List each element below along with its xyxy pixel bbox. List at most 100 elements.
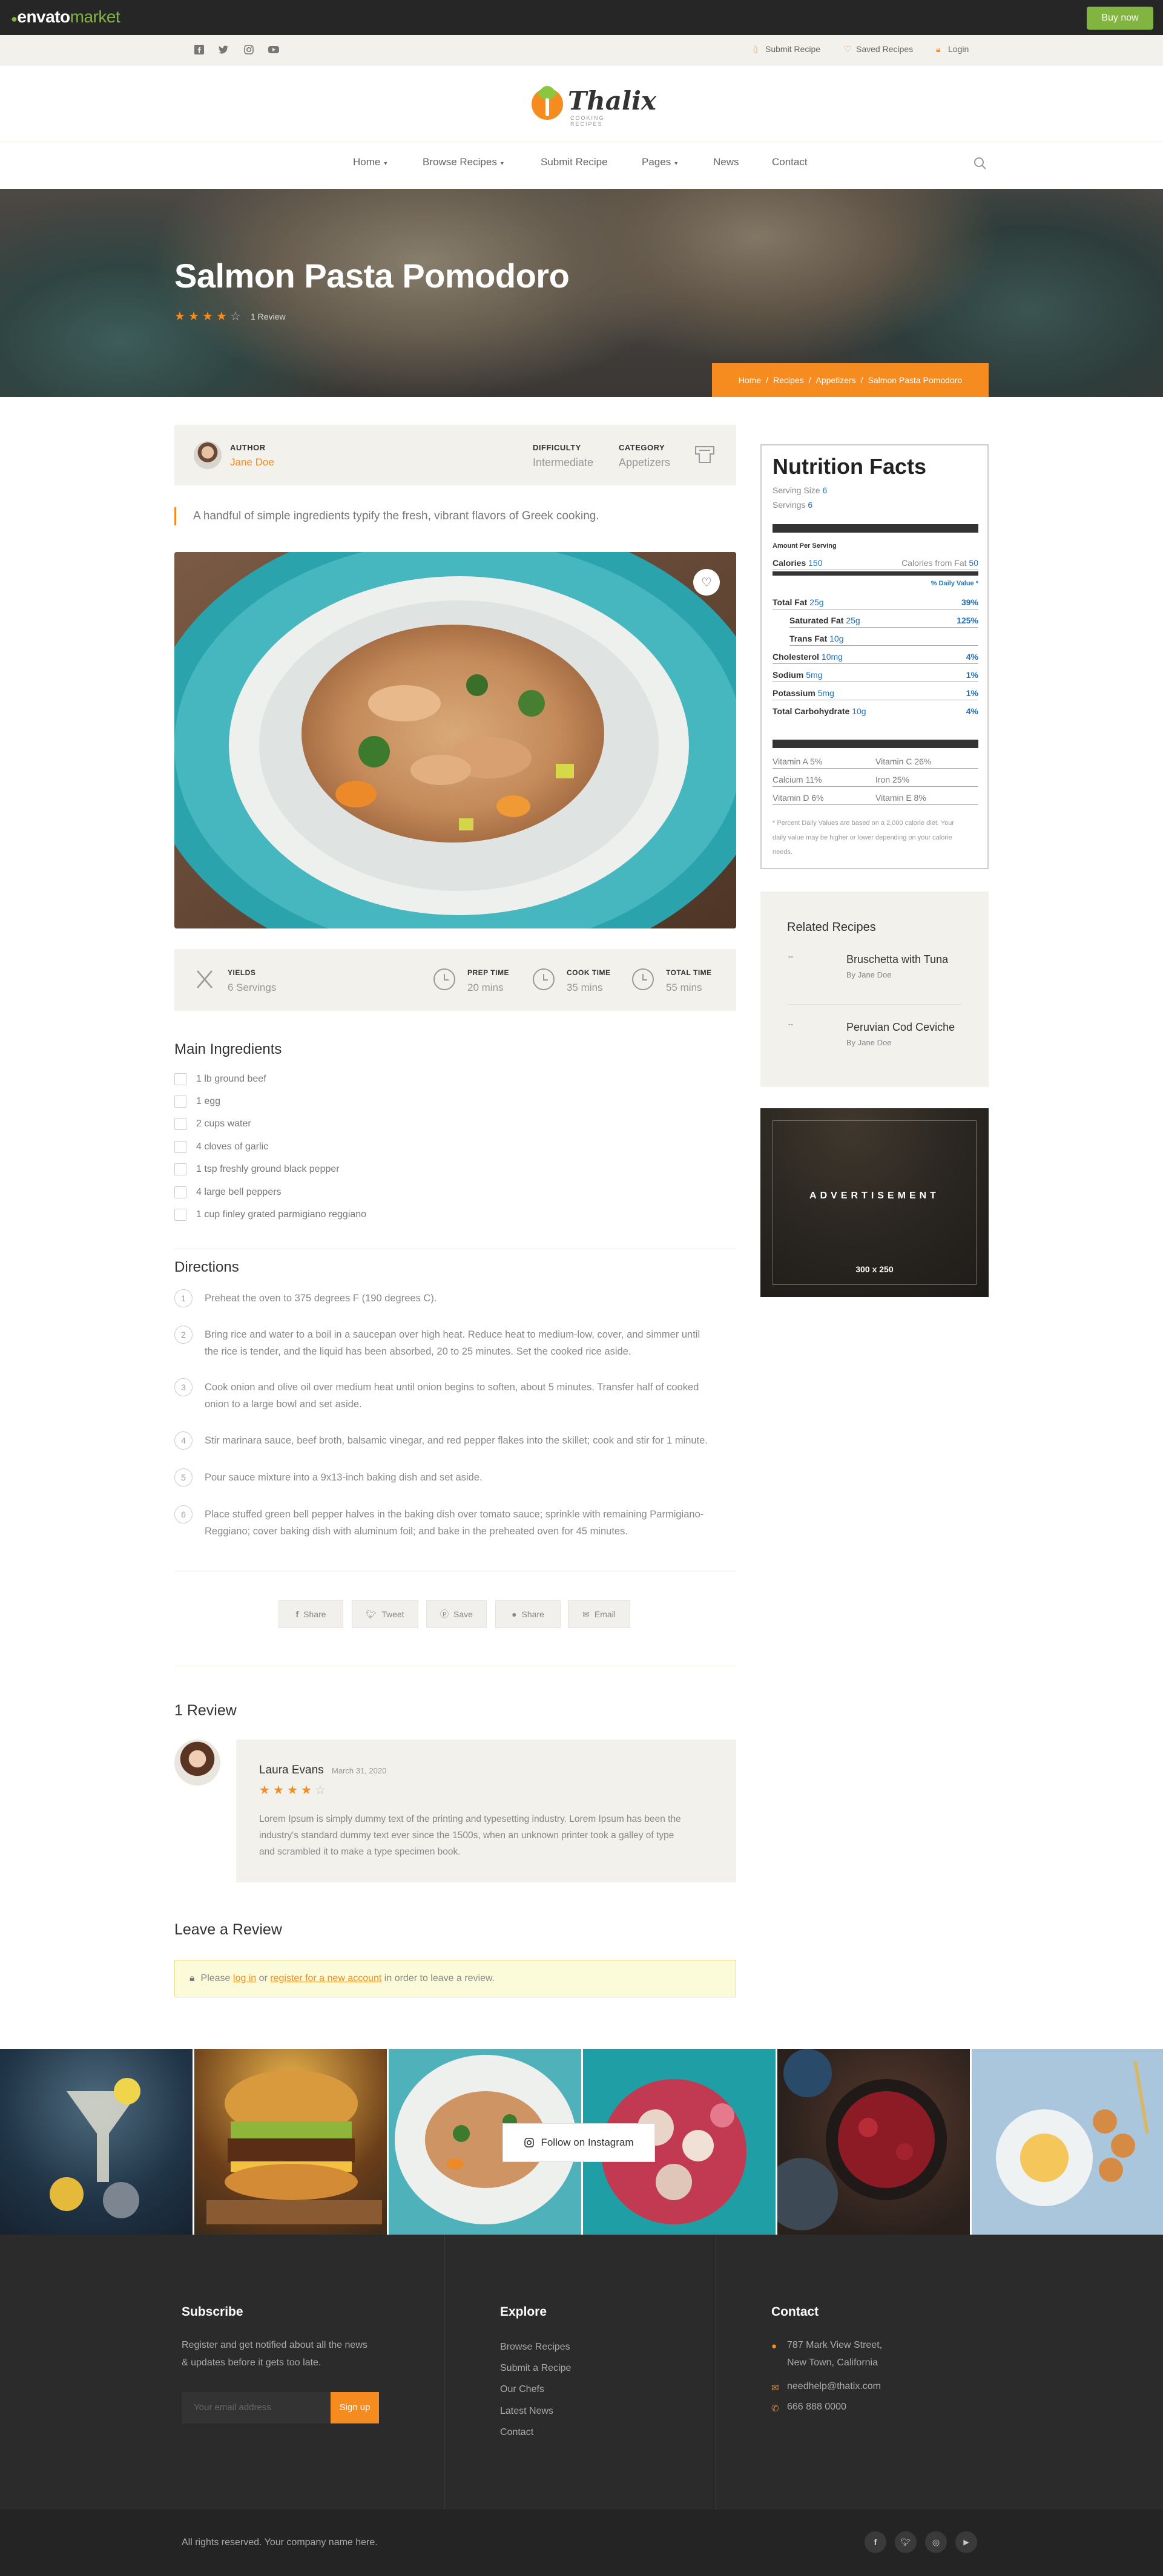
divider [787,1004,963,1005]
subscribe-title: Subscribe [182,2305,243,2319]
related-recipe-link[interactable]: Peruvian Cod Ceviche [846,1021,955,1034]
ingredient-checkbox[interactable] [174,1209,186,1221]
nav-home[interactable]: Home ▾ [353,156,387,168]
ingredient-text: 1 tsp freshly ground black pepper [196,1164,340,1174]
nutrition-facts: Nutrition Facts Serving Size 6 Servings … [760,444,989,869]
breadcrumb-home[interactable]: Home [739,375,761,385]
nutrient-row: Sodium 5mg 1% [773,670,978,682]
review-card: Laura Evans March 31, 2020 ★ ★ ★ ★ ☆ Lorem I… [236,1740,736,1882]
ingredient-checkbox[interactable] [174,1073,186,1085]
vitamin-row: Vitamin D 6% Vitamin E 8% [773,793,978,805]
twitter-icon[interactable] [218,44,230,56]
ingredient-item[interactable]: 1 lb ground beef [174,1073,266,1085]
share-twitter-button[interactable]: 🐦︎ Tweet [352,1600,418,1628]
ingredient-checkbox[interactable] [174,1186,186,1198]
direction-step: 6 Place stuffed green bell pepper halves … [174,1505,736,1540]
facebook-icon: f [295,1609,299,1619]
ingredient-checkbox[interactable] [174,1163,186,1175]
footer-link[interactable]: Latest News [500,2402,553,2420]
calories-row: Calories 150 Calories from Fat 50 [773,558,978,570]
share-email-button[interactable]: ✉ Email [568,1600,630,1628]
nav-pages[interactable]: Pages ▾ [642,156,677,168]
recipe-image: ♡ [174,552,736,928]
related-thumb: -- [788,952,793,961]
instagram-image[interactable] [972,2049,1163,2235]
advertisement[interactable]: ADVERTISEMENT 300 x 250 [760,1108,989,1297]
youtube-icon[interactable]: ▶ [955,2531,977,2553]
saved-recipes-link[interactable]: ♡ Saved Recipes [844,44,913,54]
instagram-image[interactable] [777,2049,970,2235]
share-facebook-button[interactable]: f Share [278,1600,343,1628]
step-number: 1 [174,1289,193,1307]
ingredient-text: 2 cups water [196,1119,251,1129]
reviewer-avatar [174,1740,220,1786]
twitter-icon[interactable]: 🐦︎ [895,2531,917,2553]
ingredient-checkbox[interactable] [174,1118,186,1130]
facebook-icon[interactable] [194,44,206,56]
breadcrumb-recipes[interactable]: Recipes [773,375,804,385]
contact-email[interactable]: needhelp@thatix.com [787,2377,881,2395]
nav-browse-recipes[interactable]: Browse Recipes ▾ [423,156,504,168]
ingredient-item[interactable]: 4 large bell peppers [174,1186,282,1198]
search-icon[interactable] [974,157,987,170]
breadcrumb-appetizers[interactable]: Appetizers [816,375,856,385]
youtube-icon[interactable] [268,44,280,56]
ingredient-checkbox[interactable] [174,1096,186,1108]
related-recipe-link[interactable]: Bruschetta with Tuna [846,953,948,966]
ingredient-text: 4 cloves of garlic [196,1142,269,1152]
star-icon: ★ [202,310,213,323]
leave-review-title: Leave a Review [174,1921,282,1938]
site-logo[interactable]: Thalix COOKING RECIPES [532,83,656,127]
footer-link[interactable]: Submit a Recipe [500,2359,571,2377]
ingredient-item[interactable]: 4 cloves of garlic [174,1141,268,1153]
star-icon: ★ [174,310,185,323]
prep-time-value: 20 mins [467,982,504,993]
login-link[interactable]: 🔒︎ Login [936,44,969,54]
signup-button[interactable]: Sign up [331,2392,379,2423]
buy-now-button[interactable]: Buy now [1087,7,1153,30]
author-link[interactable]: Jane Doe [230,456,274,468]
facebook-icon[interactable]: f [865,2531,886,2553]
login-link[interactable]: log in [233,1973,256,1983]
footer-link[interactable]: Contact [500,2423,533,2441]
review-text: Lorem Ipsum is simply dummy text of the … [259,1814,681,1857]
follow-instagram-button[interactable]: Follow on Instagram [502,2123,655,2162]
star-icon: ★ [259,1784,270,1797]
instagram-icon[interactable] [243,44,255,56]
difficulty-value: Intermediate [533,456,594,468]
share-pinterest-button[interactable]: ⓟ Save [426,1600,487,1628]
submit-recipe-link[interactable]: ▯ Submit Recipe [753,44,820,54]
nutrition-bar [773,571,978,576]
save-recipe-heart-button[interactable]: ♡ [693,569,720,596]
instagram-image[interactable] [194,2049,387,2235]
email-input[interactable]: Your email address [182,2392,331,2423]
ingredient-checkbox[interactable] [174,1141,186,1153]
register-link[interactable]: register for a new account [270,1973,381,1983]
print-icon[interactable] [693,442,717,466]
nav-submit-recipe[interactable]: Submit Recipe [541,156,608,168]
envato-logo[interactable]: ●envatomarket [11,7,120,27]
lock-icon: 🔒︎ [189,1973,195,1983]
instagram-image[interactable] [0,2049,193,2235]
category-link[interactable]: Appetizers [619,456,670,469]
breadcrumb-sep: / [860,375,863,385]
ingredient-item[interactable]: 2 cups water [174,1118,251,1130]
nav-contact[interactable]: Contact [772,156,808,168]
ingredient-text: 1 lb ground beef [196,1074,266,1084]
nav-news[interactable]: News [713,156,739,168]
share-reddit-button[interactable]: ● Share [495,1600,561,1628]
contact-phone[interactable]: 666 888 0000 [787,2398,846,2416]
nutrition-title: Nutrition Facts [773,454,927,479]
ingredient-item[interactable]: 1 cup finley grated parmigiano reggiano [174,1209,366,1221]
ingredient-item[interactable]: 1 tsp freshly ground black pepper [174,1163,340,1175]
footer-link[interactable]: Browse Recipes [500,2338,570,2356]
footer-link[interactable]: Our Chefs [500,2380,544,2398]
related-title: Related Recipes [787,921,876,934]
ingredient-item[interactable]: 1 egg [174,1096,220,1108]
step-text: Place stuffed green bell pepper halves i… [205,1509,704,1520]
footer-bottom [0,2509,1163,2576]
subscribe-text: Register and get notified about all the … [182,2340,367,2368]
explore-title: Explore [500,2305,547,2319]
instagram-icon[interactable]: ◎ [925,2531,947,2553]
utensils-icon [194,968,216,990]
